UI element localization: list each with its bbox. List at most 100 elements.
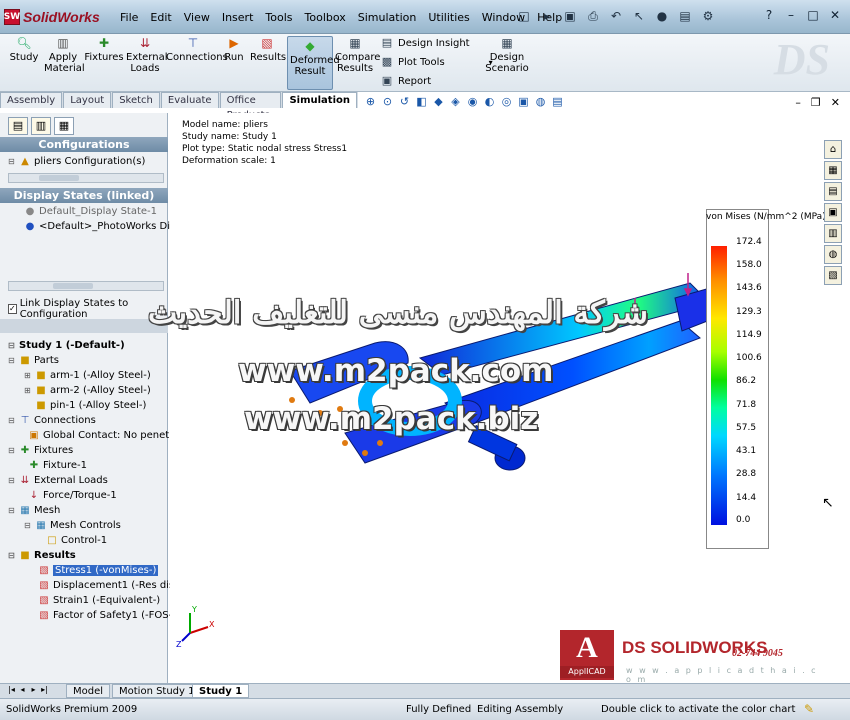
view-settings-icon[interactable]: ▣ bbox=[515, 95, 532, 108]
tree-mesh-controls[interactable]: ⊟ ▦ Mesh Controls bbox=[24, 518, 192, 533]
menu-edit[interactable]: Edit bbox=[150, 11, 171, 24]
prev-tab-icon[interactable]: ◂ bbox=[17, 685, 28, 694]
external-loads-button[interactable]: ⇊ External Loads bbox=[126, 36, 168, 74]
collapse-icon[interactable]: ⊟ bbox=[8, 154, 17, 169]
property-manager-tab-icon[interactable]: ▥ bbox=[31, 117, 51, 135]
design-insight-button[interactable]: ▤ Design Insight bbox=[380, 37, 470, 49]
design-scenario-button[interactable]: ▦ Design Scenario bbox=[484, 36, 530, 74]
tab-assembly[interactable]: Assembly bbox=[0, 92, 63, 108]
section-view-icon[interactable]: ◧ bbox=[413, 95, 430, 108]
menu-file[interactable]: File bbox=[120, 11, 138, 24]
tab-model[interactable]: Model bbox=[66, 684, 111, 698]
view-orientation-icon[interactable]: ◆ bbox=[430, 95, 447, 108]
tab-sketch[interactable]: Sketch bbox=[112, 92, 160, 108]
collapse-icon[interactable]: ⊟ bbox=[8, 503, 17, 518]
appearances-icon[interactable]: ◍ bbox=[824, 245, 842, 264]
save-icon[interactable]: ▣ bbox=[560, 6, 580, 26]
rebuild-status-icon[interactable]: ✎ bbox=[804, 702, 814, 716]
tree-parts[interactable]: ⊟ ■ Parts bbox=[8, 353, 176, 368]
menu-tools[interactable]: Tools bbox=[265, 11, 292, 24]
collapse-icon[interactable]: ⊟ bbox=[8, 473, 17, 488]
design-library-icon[interactable]: ▦ bbox=[824, 161, 842, 180]
file-props-icon[interactable]: ▤ bbox=[675, 6, 695, 26]
study-button[interactable]: 🔍︎ Study bbox=[8, 36, 40, 63]
rebuild-icon[interactable]: ● bbox=[652, 6, 672, 26]
link-display-states-checkbox[interactable]: ✓ Link Display States to Configuration bbox=[8, 298, 167, 320]
tab-office-products[interactable]: Office Products bbox=[219, 92, 282, 121]
configuration-manager-tab-icon[interactable]: ▦ bbox=[54, 117, 74, 135]
feature-tree-tab-icon[interactable]: ▤ bbox=[8, 117, 28, 135]
scene-icon[interactable]: ◎ bbox=[498, 95, 515, 108]
undo-icon[interactable]: ↶ bbox=[606, 6, 626, 26]
tree-mesh[interactable]: ⊟ ▦ Mesh bbox=[8, 503, 176, 518]
tree-results[interactable]: ⊟ ■ Results bbox=[8, 548, 176, 563]
doc-close-icon[interactable]: ✕ bbox=[831, 96, 840, 109]
display-state-item[interactable]: ● Default_Display State-1 bbox=[24, 204, 192, 219]
maximize-icon[interactable]: □ bbox=[804, 8, 822, 24]
collapse-icon[interactable]: ⊟ bbox=[8, 353, 17, 368]
display-state-item[interactable]: ● <Default>_PhotoWorks Displ bbox=[24, 219, 192, 234]
connections-button[interactable]: ⊤ Connections bbox=[166, 36, 228, 63]
collapse-icon[interactable]: ⊟ bbox=[8, 413, 17, 428]
file-explorer-icon[interactable]: ▤ bbox=[824, 182, 842, 201]
run-button[interactable]: ▶ Run bbox=[222, 36, 246, 63]
open-icon[interactable]: ▸ bbox=[537, 6, 557, 26]
photoworks-icon[interactable]: ▤ bbox=[549, 95, 566, 108]
plot-tools-button[interactable]: ▩ Plot Tools ▾ bbox=[380, 56, 493, 68]
report-button[interactable]: ▣ Report bbox=[380, 75, 431, 87]
hide-show-icon[interactable]: ◉ bbox=[464, 95, 481, 108]
tree-study[interactable]: ⊟ Study 1 (-Default-) bbox=[8, 338, 176, 353]
render-icon[interactable]: ◍ bbox=[532, 95, 549, 108]
compare-results-button[interactable]: ▦ Compare Results bbox=[335, 36, 380, 74]
display-states-scrollbar[interactable] bbox=[8, 281, 164, 291]
menu-toolbox[interactable]: Toolbox bbox=[305, 11, 346, 24]
results-button[interactable]: ▧ Results bbox=[250, 36, 286, 63]
new-icon[interactable]: □ bbox=[514, 6, 534, 26]
custom-properties-icon[interactable]: ▧ bbox=[824, 266, 842, 285]
minimize-icon[interactable]: – bbox=[782, 8, 800, 24]
tree-fixtures[interactable]: ⊟ ✚ Fixtures bbox=[8, 443, 176, 458]
tab-simulation[interactable]: Simulation bbox=[282, 92, 357, 108]
menu-simulation[interactable]: Simulation bbox=[358, 11, 417, 24]
expand-icon[interactable]: ⊞ bbox=[24, 383, 33, 398]
view-palette-icon[interactable]: ▥ bbox=[824, 224, 842, 243]
deformed-result-button[interactable]: ◆ Deformed Result bbox=[287, 36, 340, 90]
next-tab-icon[interactable]: ▸ bbox=[28, 685, 39, 694]
first-tab-icon[interactable]: |◂ bbox=[6, 685, 17, 694]
collapse-icon[interactable]: ⊟ bbox=[24, 518, 33, 533]
panel-divider[interactable] bbox=[0, 319, 168, 333]
tree-connections[interactable]: ⊟ ⊤ Connections bbox=[8, 413, 176, 428]
display-style-icon[interactable]: ◈ bbox=[447, 95, 464, 108]
apply-material-button[interactable]: ▥ Apply Material bbox=[44, 36, 85, 74]
previous-view-icon[interactable]: ↺ bbox=[396, 95, 413, 108]
tab-study1[interactable]: Study 1 bbox=[192, 684, 250, 698]
resources-icon[interactable]: ⌂ bbox=[824, 140, 842, 159]
close-icon[interactable]: ✕ bbox=[826, 8, 844, 24]
tab-motion-study[interactable]: Motion Study 1 bbox=[112, 684, 202, 698]
graphics-viewport[interactable]: Model name: pliers Study name: Study 1 P… bbox=[148, 113, 829, 683]
menu-utilities[interactable]: Utilities bbox=[428, 11, 469, 24]
doc-minimize-icon[interactable]: – bbox=[795, 96, 801, 109]
tree-part-arm1[interactable]: ⊞ ■ arm-1 (-Alloy Steel-) bbox=[24, 368, 192, 383]
doc-restore-icon[interactable]: ❐ bbox=[811, 96, 821, 109]
collapse-icon[interactable]: ⊟ bbox=[8, 443, 17, 458]
last-tab-icon[interactable]: ▸| bbox=[39, 685, 50, 694]
tree-external-loads[interactable]: ⊟ ⇊ External Loads bbox=[8, 473, 176, 488]
config-item[interactable]: ⊟ ▲ pliers Configuration(s) bbox=[8, 154, 176, 169]
zoom-fit-icon[interactable]: ⊕ bbox=[362, 95, 379, 108]
menu-insert[interactable]: Insert bbox=[222, 11, 254, 24]
collapse-icon[interactable]: ⊟ bbox=[8, 338, 17, 353]
options-icon[interactable]: ⚙ bbox=[698, 6, 718, 26]
tab-layout[interactable]: Layout bbox=[63, 92, 112, 108]
fixtures-button[interactable]: ✚ Fixtures bbox=[84, 36, 124, 63]
config-scrollbar[interactable] bbox=[8, 173, 164, 183]
edit-appearance-icon[interactable]: ◐ bbox=[481, 95, 498, 108]
zoom-area-icon[interactable]: ⊙ bbox=[379, 95, 396, 108]
collapse-icon[interactable]: ⊟ bbox=[8, 548, 17, 563]
app-logo[interactable]: SW SolidWorks bbox=[4, 7, 108, 27]
print-icon[interactable]: ⎙ bbox=[583, 6, 603, 26]
tab-evaluate[interactable]: Evaluate bbox=[160, 92, 219, 108]
search-icon[interactable]: ▣ bbox=[824, 203, 842, 222]
menu-view[interactable]: View bbox=[184, 11, 210, 24]
tree-part-arm2[interactable]: ⊞ ■ arm-2 (-Alloy Steel-) bbox=[24, 383, 192, 398]
